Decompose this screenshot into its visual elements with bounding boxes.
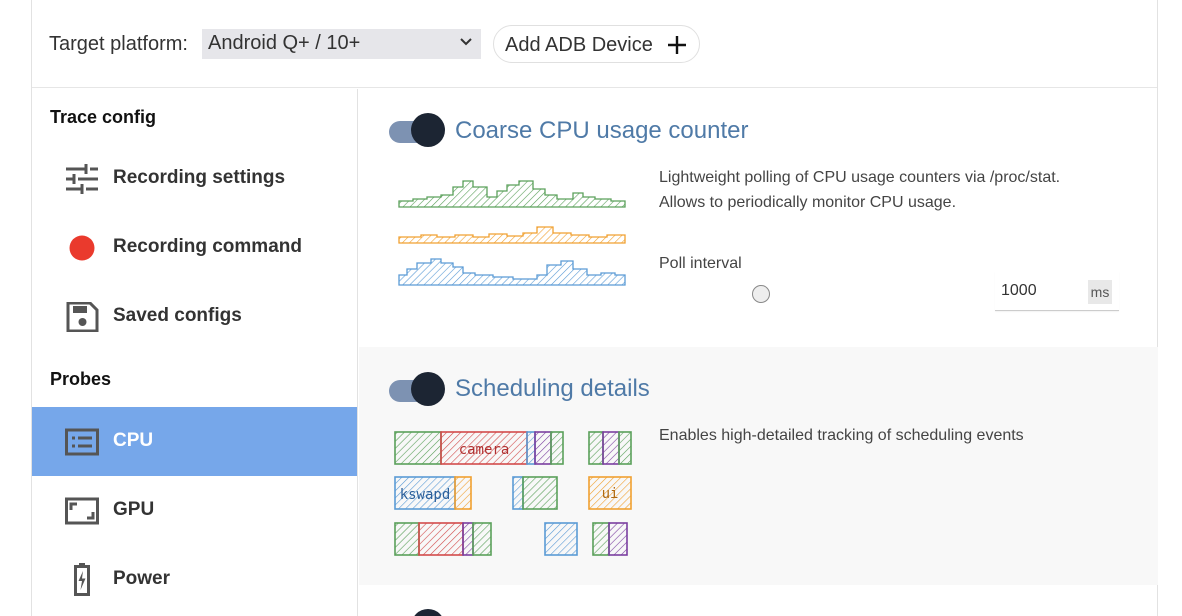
sidebar: Trace config Recording settings Recordin… — [32, 89, 358, 616]
sidebar-item-recording-command[interactable]: Recording command — [32, 213, 357, 282]
sidebar-item-recording-settings[interactable]: Recording settings — [32, 144, 357, 213]
kswapd-thread-label: kswapd — [400, 487, 451, 503]
poll-interval-slider[interactable] — [752, 285, 770, 303]
coarse-cpu-description: Lightweight polling of CPU usage counter… — [659, 165, 1119, 215]
sidebar-item-cpu[interactable]: CPU — [32, 407, 357, 476]
scheduling-details-toggle[interactable] — [387, 372, 445, 406]
poll-interval-input[interactable] — [1001, 279, 1081, 303]
header-bar: Target platform: Android Q+ / 10+ Add AD… — [32, 0, 1157, 88]
sidebar-item-label: Power — [113, 568, 171, 589]
sidebar-item-power[interactable]: Power — [32, 545, 357, 614]
probe-title: Coarse CPU usage counter — [455, 117, 749, 144]
battery-icon — [74, 563, 90, 596]
scheduling-details-description: Enables high-detailed tracking of schedu… — [659, 427, 1024, 444]
gpu-icon — [65, 497, 99, 525]
poll-interval-unit: ms — [1088, 280, 1112, 304]
main-content: Coarse CPU usage counter Lightweight pol… — [359, 89, 1158, 616]
ui-thread-label: ui — [602, 486, 619, 502]
add-adb-device-label: Add ADB Device — [505, 34, 653, 56]
probes-heading: Probes — [50, 369, 112, 389]
add-adb-device-button[interactable]: Add ADB Device — [493, 25, 700, 63]
sidebar-item-label: Saved configs — [113, 305, 242, 326]
coarse-cpu-description-line-1: Lightweight polling of CPU usage counter… — [659, 169, 1061, 186]
probe-next-partial — [359, 585, 1158, 616]
chevron-down-icon — [460, 38, 472, 46]
plus-icon — [668, 36, 686, 54]
probe-scheduling-details: Scheduling details camera kswapd ui Enab… — [359, 347, 1158, 585]
probe-coarse-cpu: Coarse CPU usage counter Lightweight pol… — [359, 89, 1158, 347]
platform-select-value: Android Q+ / 10+ — [208, 32, 361, 54]
toggle-knob — [411, 609, 445, 616]
coarse-cpu-toggle[interactable] — [387, 113, 445, 147]
camera-thread-label: camera — [459, 442, 510, 458]
trace-config-heading: Trace config — [50, 107, 157, 127]
poll-interval-field: ms — [995, 271, 1119, 311]
toggle-knob — [411, 372, 445, 406]
platform-select[interactable]: Android Q+ / 10+ — [202, 29, 481, 59]
cpu-green-series — [398, 180, 626, 208]
probe-title: Scheduling details — [455, 375, 650, 402]
coarse-cpu-description-line-2: Allows to periodically monitor CPU usage… — [659, 194, 957, 211]
record-page: Target platform: Android Q+ / 10+ Add AD… — [31, 0, 1158, 616]
save-icon — [66, 302, 99, 332]
cpu-blue-series — [398, 258, 626, 286]
sidebar-item-gpu[interactable]: GPU — [32, 476, 357, 545]
cpu-usage-illustration — [398, 180, 626, 286]
poll-interval-label: Poll interval — [659, 255, 742, 272]
toggle-knob — [411, 113, 445, 147]
sidebar-item-label: Recording command — [113, 236, 302, 257]
record-dot-icon — [69, 235, 95, 261]
platform-label: Target platform: — [49, 33, 188, 55]
sidebar-item-saved-configs[interactable]: Saved configs — [32, 282, 357, 351]
cpu-icon — [65, 428, 99, 456]
tune-icon — [66, 164, 98, 194]
cpu-orange-series — [398, 226, 626, 244]
scheduling-illustration: camera kswapd ui — [394, 431, 632, 556]
sidebar-item-label: CPU — [113, 430, 154, 451]
sidebar-item-label: Recording settings — [113, 167, 286, 188]
sidebar-item-label: GPU — [113, 499, 155, 520]
next-probe-toggle[interactable] — [387, 609, 445, 616]
